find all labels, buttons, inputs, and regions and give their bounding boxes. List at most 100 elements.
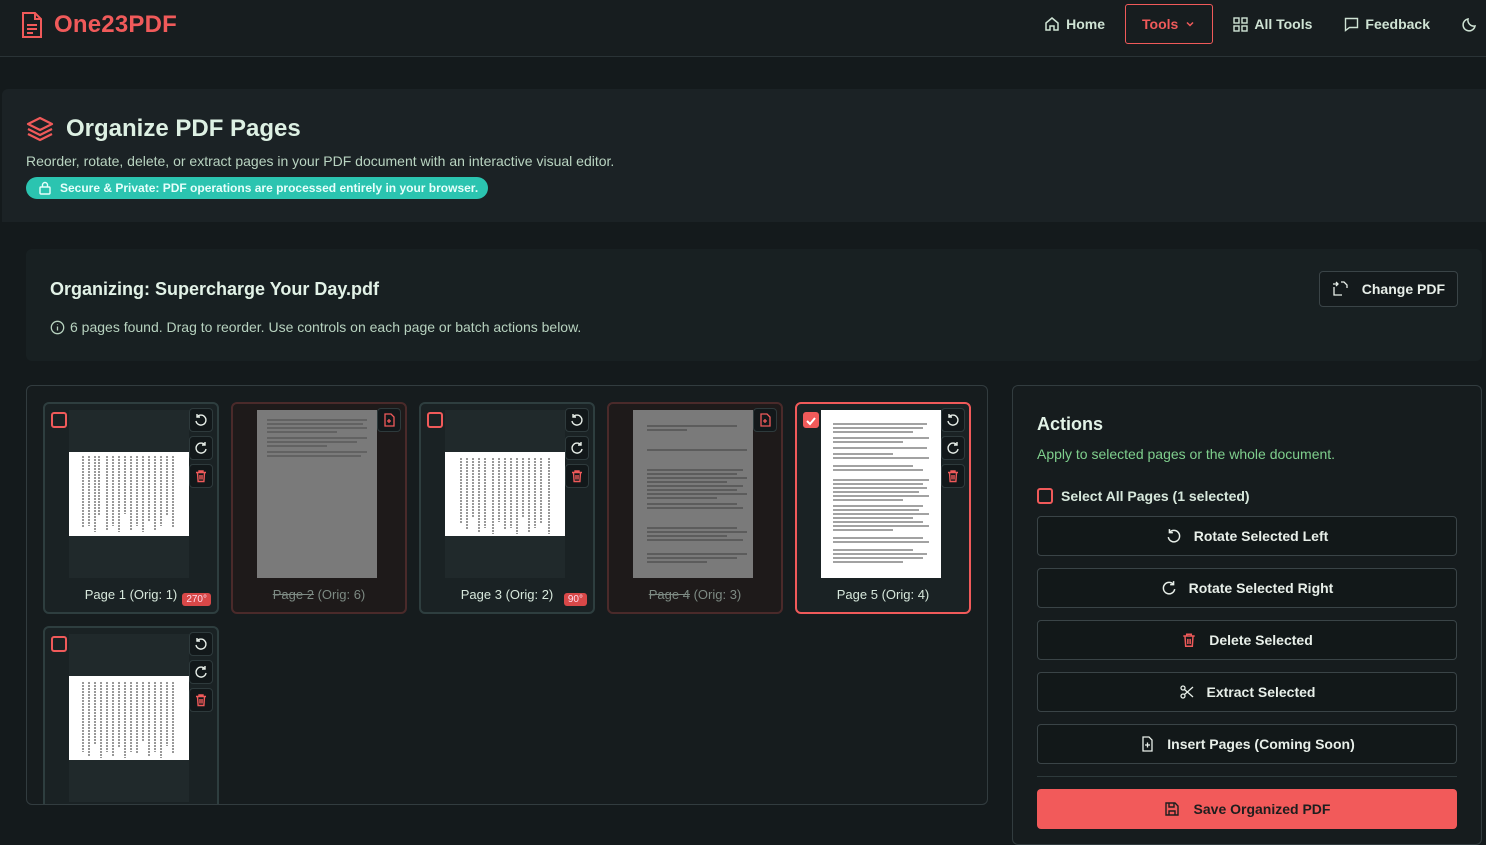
save-organized-pdf-button[interactable]: Save Organized PDF [1037,789,1457,829]
select-all-box[interactable] [1037,488,1053,504]
select-all-label: Select All Pages (1 selected) [1061,488,1250,504]
restore-page-button[interactable] [377,408,401,432]
rotate-right-icon [195,442,207,454]
page-subtitle: Reorder, rotate, delete, or extract page… [26,153,615,169]
page-thumbnail[interactable] [633,410,753,578]
delete-page-button[interactable] [189,688,213,712]
page-card[interactable]: Page 4 (Orig: 3) [607,402,783,614]
page-checkbox[interactable] [51,636,67,652]
page-card[interactable]: Page 5 (Orig: 4) [795,402,971,614]
delete-page-button[interactable] [565,464,589,488]
page-tools [189,632,213,712]
rotate-selected-right-button[interactable]: Rotate Selected Right [1037,568,1457,608]
secure-badge: Secure & Private: PDF operations are pro… [26,177,489,199]
top-navbar: One23PDF Home Tools All Tools Feedback [0,0,1486,57]
rotate-selected-left-button[interactable]: Rotate Selected Left [1037,516,1457,556]
scissors-icon [1179,685,1193,699]
page-checkbox[interactable] [803,412,819,428]
tool-header: Organize PDF Pages Reorder, rotate, dele… [2,89,1486,222]
extract-selected-button[interactable]: Extract Selected [1037,672,1457,712]
page-thumbnail[interactable] [69,634,189,802]
rotate-left-icon [1167,529,1181,543]
lock-icon [39,181,51,195]
save-label: Save Organized PDF [1193,801,1331,817]
restore-icon [384,413,395,427]
trash-icon [572,470,582,483]
rotate-left-button[interactable] [189,632,213,656]
trash-icon [196,470,206,483]
page-card[interactable] [43,626,219,804]
trash-icon [948,470,958,483]
main-nav: Home Tools All Tools Feedback [1044,4,1486,44]
restore-page-button[interactable] [753,408,777,432]
page-tools [565,408,589,488]
page-checkbox[interactable] [51,412,67,428]
rotate-left-button[interactable] [941,408,965,432]
home-icon [1045,17,1059,31]
theme-toggle[interactable] [1462,16,1478,32]
nav-home-label: Home [1066,16,1106,32]
nav-home[interactable]: Home [1044,16,1105,32]
rotate-left-button[interactable] [189,408,213,432]
rotate-right-icon [571,442,583,454]
page-tools [189,408,213,488]
delete-selected-button[interactable]: Delete Selected [1037,620,1457,660]
rotate-right-button[interactable] [189,660,213,684]
rotate-right-button[interactable] [565,436,589,460]
grid-icon [1233,16,1249,32]
actions-panel: Actions Apply to selected pages or the w… [1012,385,1482,845]
organizing-info: 6 pages found. Drag to reorder. Use cont… [50,319,581,335]
divider [1037,776,1457,777]
page-caption: Page 5 (Orig: 4) [836,587,930,602]
chevron-down-icon [1186,21,1194,27]
rotate-right-icon [195,666,207,678]
nav-feedback[interactable]: Feedback [1344,16,1430,32]
delete-page-button[interactable] [189,464,213,488]
rotate-left-button[interactable] [565,408,589,432]
page-thumbnail[interactable] [69,410,189,578]
select-all-checkbox[interactable]: Select All Pages (1 selected) [1037,488,1250,504]
rotate-left-icon [195,414,207,426]
page-card[interactable]: Page 1 (Orig: 1) 270° [43,402,219,614]
rotate-right-button[interactable] [189,436,213,460]
organizing-info-text: 6 pages found. Drag to reorder. Use cont… [70,319,582,335]
extract-selected-label: Extract Selected [1206,684,1316,700]
check-icon [806,417,816,426]
info-icon [50,320,65,334]
trash-icon [196,694,206,707]
page-checkbox[interactable] [427,412,443,428]
message-icon [1345,17,1359,32]
page-thumbnail[interactable] [257,410,377,578]
secure-badge-text: Secure & Private: PDF operations are pro… [60,181,479,195]
brand-logo[interactable]: One23PDF [20,11,177,39]
page-tools [941,408,965,488]
page-tools [753,408,777,432]
page-thumbnail[interactable] [821,410,941,578]
trash-icon [1183,633,1195,648]
delete-page-button[interactable] [941,464,965,488]
rotate-left-icon [947,414,959,426]
change-pdf-label: Change PDF [1361,281,1445,297]
rotation-badge: 90° [563,593,587,606]
rotate-left-icon [195,638,207,650]
moon-icon [1462,18,1476,32]
change-pdf-button[interactable]: Change PDF [1318,271,1458,307]
nav-tools-label: Tools [1142,16,1179,32]
rotate-right-label: Rotate Selected Right [1188,580,1334,596]
rotate-right-icon [947,442,959,454]
page-title: Organize PDF Pages [26,115,301,143]
page-caption: Page 4 (Orig: 3) [648,587,742,602]
rotate-right-button[interactable] [941,436,965,460]
page-thumbnail[interactable] [445,410,565,578]
save-icon [1164,802,1179,816]
rotate-left-icon [571,414,583,426]
insert-pages-button[interactable]: Insert Pages (Coming Soon) [1037,724,1457,764]
page-caption: Page 2 (Orig: 6) [272,587,366,602]
page-card[interactable]: Page 3 (Orig: 2) 90° [419,402,595,614]
file-plus-icon [1142,736,1153,752]
page-card[interactable]: Page 2 (Orig: 6) [231,402,407,614]
nav-all-tools-label: All Tools [1254,16,1313,32]
nav-all-tools[interactable]: All Tools [1233,16,1312,32]
page-title-text: Organize PDF Pages [66,115,301,142]
nav-tools-dropdown[interactable]: Tools [1125,4,1214,44]
